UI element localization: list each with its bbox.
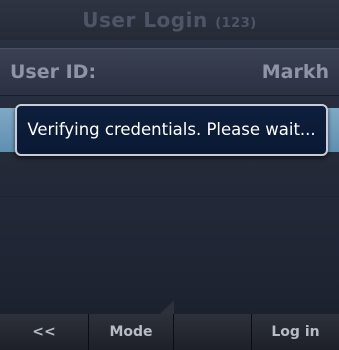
status-dialog: Verifying credentials. Please wait...	[15, 104, 328, 156]
user-id-value: Markh	[261, 61, 329, 83]
log-in-softkey[interactable]: Log in	[252, 314, 339, 350]
title-bar: User Login (123)	[0, 0, 339, 40]
extension-number: (123)	[215, 16, 257, 31]
user-id-label: User ID:	[10, 61, 97, 83]
softkey-bar: << Mode Log in	[0, 314, 339, 350]
empty-softkey[interactable]	[174, 314, 252, 350]
phone-screen: User Login (123) User ID: Markh Verifyin…	[0, 0, 339, 350]
user-id-field[interactable]: User ID: Markh	[0, 48, 339, 96]
page-title: User Login	[82, 8, 208, 32]
status-message: Verifying credentials. Please wait...	[27, 120, 316, 139]
back-softkey[interactable]: <<	[0, 314, 89, 350]
mode-softkey[interactable]: Mode	[89, 314, 174, 350]
empty-row	[0, 152, 339, 197]
softkey-notch	[160, 300, 174, 314]
